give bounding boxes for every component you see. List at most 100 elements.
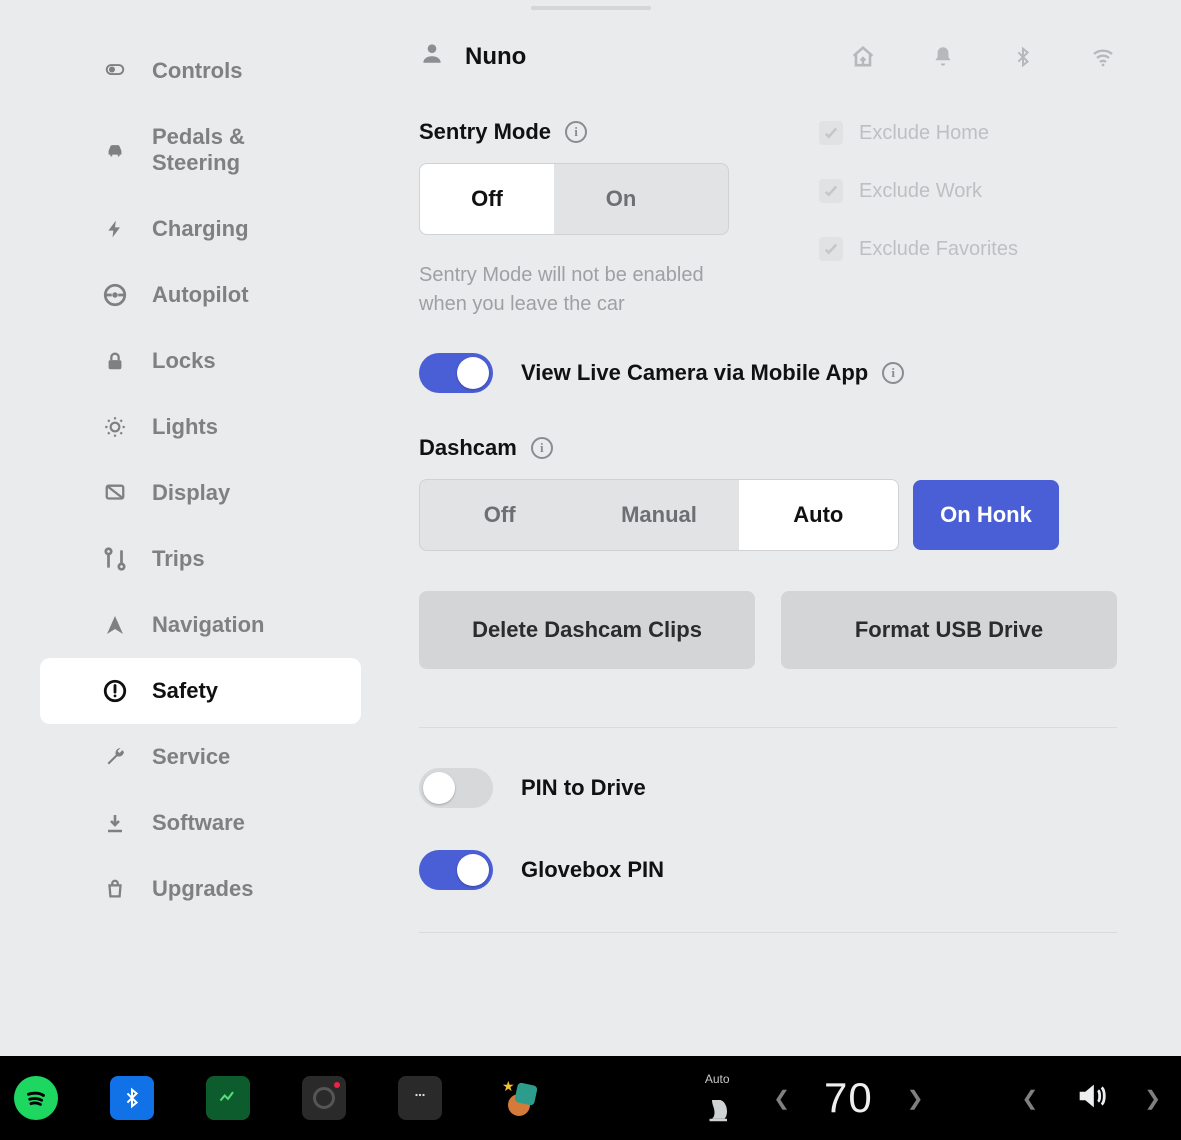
profile-name: Nuno [465,43,526,71]
glovebox-pin-row: Glovebox PIN [419,850,1117,890]
pin-to-drive-toggle[interactable] [419,768,493,808]
car-icon [102,137,128,163]
exclude-work-label: Exclude Work [859,180,982,203]
toggle-icon [102,58,128,84]
alert-icon [102,678,128,704]
exclude-favorites-label: Exclude Favorites [859,238,1018,261]
live-camera-label: View Live Camera via Mobile App [521,360,868,386]
spotify-app-icon[interactable] [14,1076,58,1120]
sidebar-item-label: Locks [152,348,216,374]
exclude-home[interactable]: Exclude Home [819,121,1018,145]
steering-icon [102,282,128,308]
climate-mode-label: Auto [705,1072,730,1086]
sidebar-item-label: Controls [152,58,242,84]
sentry-helper: Sentry Mode will not be enabled when you… [419,261,729,319]
glovebox-pin-label: Glovebox PIN [521,857,664,883]
dashcam-manual-option[interactable]: Manual [579,480,738,550]
sidebar-item-pedals-steering[interactable]: Pedals & Steering [40,104,361,196]
sidebar-item-software[interactable]: Software [40,790,361,856]
sidebar-item-upgrades[interactable]: Upgrades [40,856,361,922]
volume-icon[interactable] [1072,1079,1110,1118]
sidebar-item-lights[interactable]: Lights [40,394,361,460]
sidebar-item-navigation[interactable]: Navigation [40,592,361,658]
sidebar-item-label: Lights [152,414,218,440]
temp-down[interactable]: ❮ [767,1080,796,1117]
sidebar-item-controls[interactable]: Controls [40,38,361,104]
glovebox-pin-toggle[interactable] [419,850,493,890]
sentry-section: Sentry Mode i Off On Sentry Mode will no… [419,119,1117,319]
topbar: Nuno [419,40,1117,73]
notifications-icon[interactable] [929,43,957,71]
sidebar-item-service[interactable]: Service [40,724,361,790]
stocks-app-icon[interactable] [206,1076,250,1120]
sidebar-item-trips[interactable]: Trips [40,526,361,592]
info-icon[interactable]: i [565,121,587,143]
wifi-icon[interactable] [1089,43,1117,71]
wrench-icon [102,744,128,770]
homelink-icon[interactable] [849,43,877,71]
sidebar-item-label: Charging [152,216,249,242]
divider [419,932,1117,933]
sidebar-item-display[interactable]: Display [40,460,361,526]
bolt-icon [102,216,128,242]
sidebar-item-label: Navigation [152,612,264,638]
pin-to-drive-label: PIN to Drive [521,775,646,801]
more-apps-icon[interactable] [398,1076,442,1120]
download-icon [102,810,128,836]
sentry-excludes: Exclude Home Exclude Work Exclude Favori… [819,119,1018,261]
pin-to-drive-row: PIN to Drive [419,768,1117,808]
profile-selector[interactable]: Nuno [419,40,526,73]
bag-icon [102,876,128,902]
cabin-temperature[interactable]: 70 [824,1074,873,1122]
sentry-on-option[interactable]: On [554,164,688,234]
temp-up[interactable]: ❯ [901,1080,930,1117]
sidebar-item-label: Pedals & Steering [152,124,337,176]
nav-icon [102,612,128,638]
bluetooth-app-icon[interactable] [110,1076,154,1120]
exclude-work[interactable]: Exclude Work [819,179,1018,203]
delete-dashcam-button[interactable]: Delete Dashcam Clips [419,591,755,669]
divider [419,727,1117,728]
main-panel: Nuno Sentry Mode i Off On Sentry Mode wi… [385,0,1181,1056]
dashcam-off-option[interactable]: Off [420,480,579,550]
sidebar-item-label: Display [152,480,230,506]
lights-icon [102,414,128,440]
dashcam-title: Dashcam [419,435,517,461]
camera-app-icon[interactable] [302,1076,346,1120]
dashcam-auto-option[interactable]: Auto [739,480,898,550]
volume-down[interactable]: ❮ [1015,1080,1044,1117]
sentry-off-option[interactable]: Off [420,164,554,234]
sidebar-item-label: Autopilot [152,282,249,308]
exclude-home-label: Exclude Home [859,122,989,145]
sidebar-item-autopilot[interactable]: Autopilot [40,262,361,328]
check-icon [819,237,843,261]
live-camera-toggle[interactable] [419,353,493,393]
format-usb-button[interactable]: Format USB Drive [781,591,1117,669]
check-icon [819,121,843,145]
sentry-segment: Off On [419,163,729,235]
sidebar-item-safety[interactable]: Safety [40,658,361,724]
info-icon[interactable]: i [882,362,904,384]
dashcam-row: Off Manual Auto On Honk [419,479,1117,551]
dashcam-on-honk-option[interactable]: On Honk [913,480,1059,550]
display-icon [102,480,128,506]
drag-handle[interactable] [531,6,651,10]
sidebar-item-locks[interactable]: Locks [40,328,361,394]
sidebar: Controls Pedals & Steering Charging Auto… [0,0,385,1056]
sidebar-item-label: Upgrades [152,876,253,902]
sidebar-item-label: Service [152,744,230,770]
exclude-favorites[interactable]: Exclude Favorites [819,237,1018,261]
driver-seat-heater[interactable]: Auto [695,1068,739,1128]
lock-icon [102,348,128,374]
volume-up[interactable]: ❯ [1138,1080,1167,1117]
sidebar-item-label: Trips [152,546,205,572]
sidebar-item-label: Software [152,810,245,836]
check-icon [819,179,843,203]
info-icon[interactable]: i [531,437,553,459]
person-icon [419,40,445,73]
live-camera-row: View Live Camera via Mobile App i [419,353,1117,393]
bluetooth-icon[interactable] [1009,43,1037,71]
sidebar-item-label: Safety [152,678,218,704]
sidebar-item-charging[interactable]: Charging [40,196,361,262]
toybox-app-icon[interactable]: ★ [494,1076,538,1120]
